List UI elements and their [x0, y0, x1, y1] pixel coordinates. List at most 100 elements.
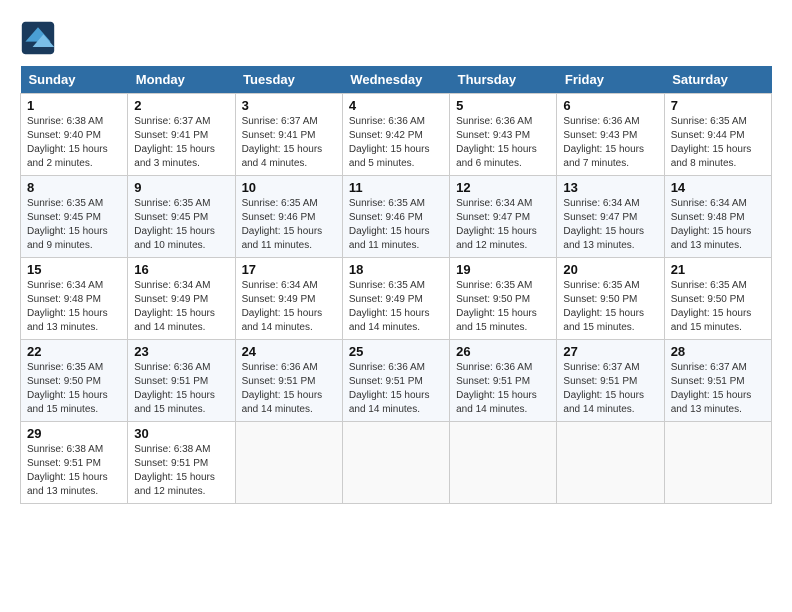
- calendar-cell: [664, 422, 771, 504]
- day-number: 27: [563, 344, 657, 359]
- calendar-cell: 28 Sunrise: 6:37 AMSunset: 9:51 PMDaylig…: [664, 340, 771, 422]
- weekday-header: Tuesday: [235, 66, 342, 94]
- calendar-cell: 26 Sunrise: 6:36 AMSunset: 9:51 PMDaylig…: [450, 340, 557, 422]
- calendar-cell: 23 Sunrise: 6:36 AMSunset: 9:51 PMDaylig…: [128, 340, 235, 422]
- weekday-header: Thursday: [450, 66, 557, 94]
- day-number: 21: [671, 262, 765, 277]
- day-info: Sunrise: 6:34 AMSunset: 9:48 PMDaylight:…: [671, 197, 765, 253]
- calendar-cell: [557, 422, 664, 504]
- day-info: Sunrise: 6:36 AMSunset: 9:51 PMDaylight:…: [349, 361, 443, 417]
- day-number: 8: [27, 180, 121, 195]
- calendar-cell: [235, 422, 342, 504]
- calendar-cell: 17 Sunrise: 6:34 AMSunset: 9:49 PMDaylig…: [235, 258, 342, 340]
- day-info: Sunrise: 6:37 AMSunset: 9:41 PMDaylight:…: [134, 115, 228, 171]
- day-number: 24: [242, 344, 336, 359]
- day-info: Sunrise: 6:34 AMSunset: 9:47 PMDaylight:…: [456, 197, 550, 253]
- day-info: Sunrise: 6:35 AMSunset: 9:50 PMDaylight:…: [27, 361, 121, 417]
- calendar-cell: 16 Sunrise: 6:34 AMSunset: 9:49 PMDaylig…: [128, 258, 235, 340]
- day-info: Sunrise: 6:38 AMSunset: 9:51 PMDaylight:…: [134, 443, 228, 499]
- day-info: Sunrise: 6:34 AMSunset: 9:47 PMDaylight:…: [563, 197, 657, 253]
- calendar-cell: 5 Sunrise: 6:36 AMSunset: 9:43 PMDayligh…: [450, 94, 557, 176]
- weekday-header: Friday: [557, 66, 664, 94]
- calendar-cell: 13 Sunrise: 6:34 AMSunset: 9:47 PMDaylig…: [557, 176, 664, 258]
- day-number: 16: [134, 262, 228, 277]
- calendar-cell: 24 Sunrise: 6:36 AMSunset: 9:51 PMDaylig…: [235, 340, 342, 422]
- day-number: 30: [134, 426, 228, 441]
- day-number: 1: [27, 98, 121, 113]
- calendar-cell: 3 Sunrise: 6:37 AMSunset: 9:41 PMDayligh…: [235, 94, 342, 176]
- calendar-cell: 11 Sunrise: 6:35 AMSunset: 9:46 PMDaylig…: [342, 176, 449, 258]
- calendar-cell: 29 Sunrise: 6:38 AMSunset: 9:51 PMDaylig…: [21, 422, 128, 504]
- weekday-header: Saturday: [664, 66, 771, 94]
- day-number: 10: [242, 180, 336, 195]
- day-number: 11: [349, 180, 443, 195]
- day-number: 12: [456, 180, 550, 195]
- day-info: Sunrise: 6:37 AMSunset: 9:41 PMDaylight:…: [242, 115, 336, 171]
- day-number: 9: [134, 180, 228, 195]
- calendar-cell: 25 Sunrise: 6:36 AMSunset: 9:51 PMDaylig…: [342, 340, 449, 422]
- day-number: 20: [563, 262, 657, 277]
- day-number: 25: [349, 344, 443, 359]
- day-number: 3: [242, 98, 336, 113]
- day-info: Sunrise: 6:35 AMSunset: 9:50 PMDaylight:…: [456, 279, 550, 335]
- day-info: Sunrise: 6:36 AMSunset: 9:42 PMDaylight:…: [349, 115, 443, 171]
- day-number: 4: [349, 98, 443, 113]
- weekday-header: Sunday: [21, 66, 128, 94]
- calendar-cell: 7 Sunrise: 6:35 AMSunset: 9:44 PMDayligh…: [664, 94, 771, 176]
- day-info: Sunrise: 6:36 AMSunset: 9:51 PMDaylight:…: [242, 361, 336, 417]
- day-info: Sunrise: 6:35 AMSunset: 9:44 PMDaylight:…: [671, 115, 765, 171]
- calendar-cell: 2 Sunrise: 6:37 AMSunset: 9:41 PMDayligh…: [128, 94, 235, 176]
- day-number: 6: [563, 98, 657, 113]
- calendar-week-row: 8 Sunrise: 6:35 AMSunset: 9:45 PMDayligh…: [21, 176, 772, 258]
- day-number: 17: [242, 262, 336, 277]
- day-info: Sunrise: 6:36 AMSunset: 9:51 PMDaylight:…: [134, 361, 228, 417]
- day-info: Sunrise: 6:36 AMSunset: 9:43 PMDaylight:…: [563, 115, 657, 171]
- day-info: Sunrise: 6:37 AMSunset: 9:51 PMDaylight:…: [671, 361, 765, 417]
- day-info: Sunrise: 6:34 AMSunset: 9:49 PMDaylight:…: [134, 279, 228, 335]
- day-info: Sunrise: 6:35 AMSunset: 9:50 PMDaylight:…: [671, 279, 765, 335]
- calendar-cell: 19 Sunrise: 6:35 AMSunset: 9:50 PMDaylig…: [450, 258, 557, 340]
- calendar-cell: 9 Sunrise: 6:35 AMSunset: 9:45 PMDayligh…: [128, 176, 235, 258]
- day-info: Sunrise: 6:35 AMSunset: 9:49 PMDaylight:…: [349, 279, 443, 335]
- day-number: 23: [134, 344, 228, 359]
- calendar-header-row: SundayMondayTuesdayWednesdayThursdayFrid…: [21, 66, 772, 94]
- weekday-header: Monday: [128, 66, 235, 94]
- calendar-cell: 10 Sunrise: 6:35 AMSunset: 9:46 PMDaylig…: [235, 176, 342, 258]
- calendar-cell: [342, 422, 449, 504]
- day-number: 14: [671, 180, 765, 195]
- day-info: Sunrise: 6:38 AMSunset: 9:40 PMDaylight:…: [27, 115, 121, 171]
- day-number: 15: [27, 262, 121, 277]
- calendar-cell: 4 Sunrise: 6:36 AMSunset: 9:42 PMDayligh…: [342, 94, 449, 176]
- calendar-cell: 22 Sunrise: 6:35 AMSunset: 9:50 PMDaylig…: [21, 340, 128, 422]
- day-number: 7: [671, 98, 765, 113]
- calendar-cell: 27 Sunrise: 6:37 AMSunset: 9:51 PMDaylig…: [557, 340, 664, 422]
- day-number: 22: [27, 344, 121, 359]
- calendar-cell: 6 Sunrise: 6:36 AMSunset: 9:43 PMDayligh…: [557, 94, 664, 176]
- day-info: Sunrise: 6:35 AMSunset: 9:46 PMDaylight:…: [242, 197, 336, 253]
- day-info: Sunrise: 6:36 AMSunset: 9:43 PMDaylight:…: [456, 115, 550, 171]
- calendar-cell: 15 Sunrise: 6:34 AMSunset: 9:48 PMDaylig…: [21, 258, 128, 340]
- day-number: 28: [671, 344, 765, 359]
- calendar-cell: 20 Sunrise: 6:35 AMSunset: 9:50 PMDaylig…: [557, 258, 664, 340]
- page-header: [20, 20, 772, 56]
- day-info: Sunrise: 6:36 AMSunset: 9:51 PMDaylight:…: [456, 361, 550, 417]
- day-number: 26: [456, 344, 550, 359]
- weekday-header: Wednesday: [342, 66, 449, 94]
- day-number: 13: [563, 180, 657, 195]
- calendar-cell: 21 Sunrise: 6:35 AMSunset: 9:50 PMDaylig…: [664, 258, 771, 340]
- day-info: Sunrise: 6:38 AMSunset: 9:51 PMDaylight:…: [27, 443, 121, 499]
- calendar-cell: 12 Sunrise: 6:34 AMSunset: 9:47 PMDaylig…: [450, 176, 557, 258]
- day-info: Sunrise: 6:34 AMSunset: 9:48 PMDaylight:…: [27, 279, 121, 335]
- day-number: 19: [456, 262, 550, 277]
- day-info: Sunrise: 6:35 AMSunset: 9:45 PMDaylight:…: [27, 197, 121, 253]
- calendar-week-row: 29 Sunrise: 6:38 AMSunset: 9:51 PMDaylig…: [21, 422, 772, 504]
- calendar-table: SundayMondayTuesdayWednesdayThursdayFrid…: [20, 66, 772, 504]
- calendar-cell: 14 Sunrise: 6:34 AMSunset: 9:48 PMDaylig…: [664, 176, 771, 258]
- logo-icon: [20, 20, 56, 56]
- calendar-week-row: 22 Sunrise: 6:35 AMSunset: 9:50 PMDaylig…: [21, 340, 772, 422]
- calendar-cell: 30 Sunrise: 6:38 AMSunset: 9:51 PMDaylig…: [128, 422, 235, 504]
- day-number: 2: [134, 98, 228, 113]
- day-number: 18: [349, 262, 443, 277]
- logo: [20, 20, 62, 56]
- day-info: Sunrise: 6:37 AMSunset: 9:51 PMDaylight:…: [563, 361, 657, 417]
